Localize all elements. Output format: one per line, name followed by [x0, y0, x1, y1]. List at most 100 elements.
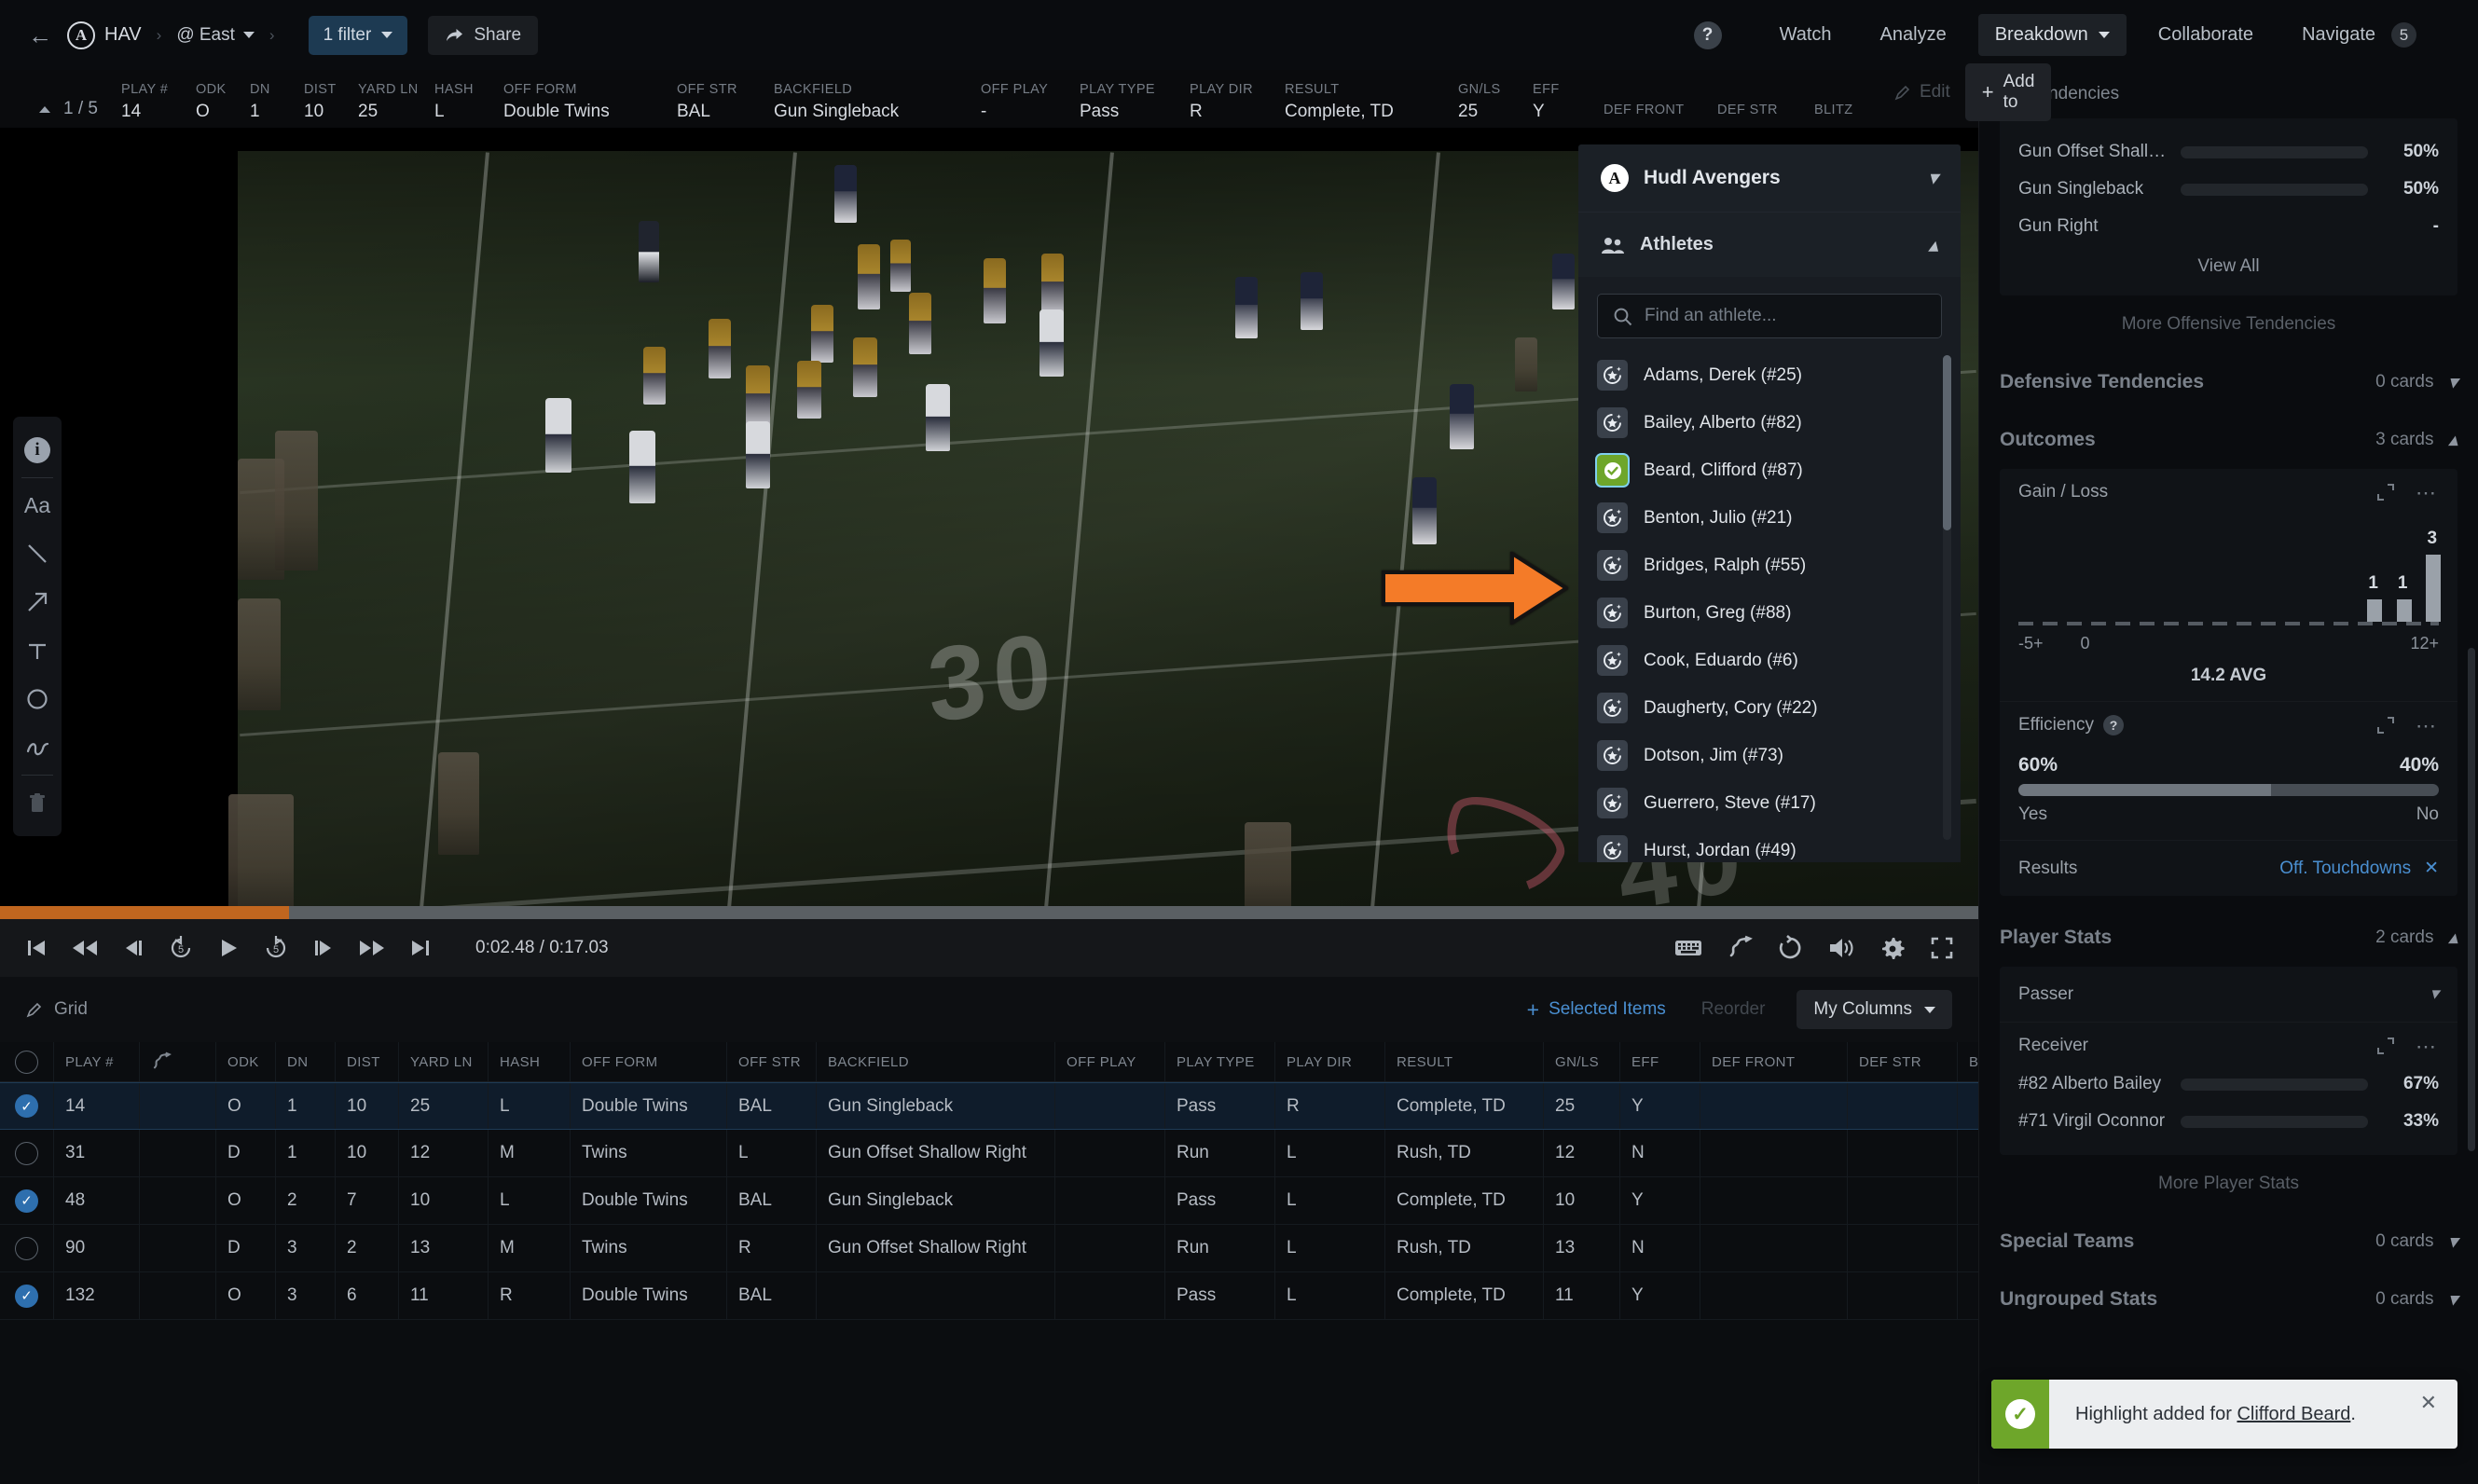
loop-icon[interactable] — [1777, 935, 1803, 961]
athlete-star-icon[interactable] — [1597, 693, 1628, 723]
tbar-tool-icon[interactable] — [13, 626, 62, 675]
chevron-down-icon[interactable]: ▾ — [2448, 1289, 2457, 1311]
nav-item-analyze[interactable]: Analyze — [1864, 14, 1963, 56]
fullscreen-icon[interactable] — [1930, 936, 1954, 960]
row-checkbox[interactable]: ✓ — [15, 1189, 38, 1213]
help-icon[interactable]: ? — [1693, 21, 1722, 49]
sidebar-scrollbar-thumb[interactable] — [2468, 648, 2475, 1151]
athlete-list-item[interactable]: Burton, Greg (#88) — [1597, 589, 1942, 637]
telestration-icon[interactable] — [140, 1042, 216, 1081]
table-row[interactable]: ✓ 14 O 1 10 25 L Double Twins BAL Gun Singleback P… — [0, 1082, 2023, 1130]
rewind-icon[interactable] — [71, 936, 99, 960]
column-header-play[interactable]: PLAY # — [54, 1042, 140, 1081]
table-row[interactable]: 31 D 1 10 12 M Twins L Gun Offset Shallow Right R… — [0, 1130, 2023, 1177]
reorder-button[interactable]: Reorder — [1701, 999, 1766, 1020]
athlete-list-item[interactable]: Bailey, Alberto (#82) — [1597, 399, 1942, 447]
column-header-yard-ln[interactable]: YARD LN — [399, 1042, 489, 1081]
athlete-list-item[interactable]: Benton, Julio (#21) — [1597, 494, 1942, 542]
athlete-star-icon[interactable] — [1597, 502, 1628, 533]
chevron-up-icon[interactable]: ▴ — [2448, 928, 2457, 949]
table-row[interactable]: ✓ 132 O 3 6 11 R Double Twins BAL Pass L Complete, … — [0, 1272, 2023, 1320]
more-player-stats-link[interactable]: More Player Stats — [1979, 1155, 2478, 1213]
nav-item-navigate[interactable]: Navigate 5 — [2285, 12, 2433, 58]
row-select-cell[interactable]: ✓ — [0, 1083, 54, 1129]
select-all-cell[interactable] — [0, 1042, 54, 1081]
back-5-seconds-icon[interactable]: 5 — [168, 935, 194, 961]
row-select-cell[interactable]: ✓ — [0, 1177, 54, 1224]
chevron-down-icon[interactable]: ▾ — [2448, 372, 2457, 393]
expand-icon[interactable] — [2376, 716, 2395, 735]
athlete-star-icon[interactable] — [1597, 740, 1628, 771]
chevron-down-icon[interactable]: ▾ — [2448, 1231, 2457, 1253]
nav-item-breakdown[interactable]: Breakdown — [1977, 14, 2127, 56]
filter-button[interactable]: 1 filter — [308, 15, 408, 55]
fast-forward-icon[interactable] — [358, 936, 386, 960]
athlete-list-item[interactable]: Daugherty, Cory (#22) — [1597, 684, 1942, 732]
selected-items-button[interactable]: + Selected Items — [1527, 998, 1666, 1021]
athlete-star-icon[interactable] — [1597, 645, 1628, 676]
athlete-star-icon[interactable] — [1597, 788, 1628, 818]
freehand-tool-icon[interactable] — [13, 723, 62, 772]
special-teams-section[interactable]: Special Teams 0 cards ▾ — [1979, 1213, 2478, 1271]
chevron-down-icon[interactable]: ▾ — [1928, 166, 1938, 190]
delete-tool-icon[interactable] — [13, 778, 62, 827]
arrow-tool-icon[interactable] — [13, 578, 62, 626]
defensive-tendencies-section[interactable]: Defensive Tendencies 0 cards ▾ — [1979, 353, 2478, 411]
row-checkbox[interactable]: ✓ — [15, 1284, 38, 1308]
chevron-up-icon[interactable] — [39, 105, 50, 113]
expand-icon[interactable] — [2376, 483, 2395, 502]
skip-to-end-icon[interactable] — [408, 936, 433, 960]
column-header-def-front[interactable]: DEF FRONT — [1700, 1042, 1848, 1081]
player-stats-section[interactable]: Player Stats 2 cards ▴ — [1979, 909, 2478, 967]
results-filter-chip[interactable]: Off. Touchdowns ✕ — [2279, 858, 2439, 879]
passer-card[interactable]: Passer ▾ — [2000, 967, 2457, 1022]
close-icon[interactable]: ✕ — [2420, 1391, 2457, 1437]
search-input[interactable] — [1645, 306, 1926, 326]
column-header-def-str[interactable]: DEF STR — [1848, 1042, 1958, 1081]
edit-button[interactable]: Edit — [1894, 82, 1950, 103]
athletes-panel-team-header[interactable]: A Hudl Avengers ▾ — [1578, 144, 1961, 212]
telestration-icon[interactable] — [1727, 935, 1753, 961]
athlete-star-icon[interactable] — [1597, 598, 1628, 628]
column-header-backfield[interactable]: BACKFIELD — [817, 1042, 1055, 1081]
athlete-list-item[interactable]: Dotson, Jim (#73) — [1597, 732, 1942, 779]
column-header-dist[interactable]: DIST — [336, 1042, 399, 1081]
athlete-list-item[interactable]: Cook, Eduardo (#6) — [1597, 637, 1942, 684]
chevron-up-icon[interactable]: ▴ — [2448, 430, 2457, 451]
circle-tool-icon[interactable] — [13, 675, 62, 723]
add-to-button[interactable]: + Add to — [1964, 63, 2052, 121]
column-header-dn[interactable]: DN — [276, 1042, 336, 1081]
athlete-list-item[interactable]: Guerrero, Steve (#17) — [1597, 779, 1942, 827]
view-all-button[interactable]: View All — [2018, 245, 2439, 281]
more-options-icon[interactable]: ⋯ — [2416, 715, 2439, 735]
keyboard-shortcuts-icon[interactable] — [1674, 938, 1702, 958]
column-header-odk[interactable]: ODK — [216, 1042, 276, 1081]
toast-message-link[interactable]: Clifford Beard — [2237, 1404, 2350, 1424]
column-header-hash[interactable]: HASH — [489, 1042, 571, 1081]
athlete-star-icon[interactable] — [1597, 835, 1628, 862]
play-index-nav[interactable]: 1 / 5 — [0, 99, 121, 128]
row-select-cell[interactable] — [0, 1225, 54, 1271]
row-select-cell[interactable]: ✓ — [0, 1272, 54, 1319]
chevron-up-icon[interactable]: ▴ — [1928, 233, 1938, 257]
more-offensive-tendencies-link[interactable]: More Offensive Tendencies — [1979, 295, 2478, 353]
ungrouped-stats-section[interactable]: Ungrouped Stats 0 cards ▾ — [1979, 1271, 2478, 1328]
column-header-play-dir[interactable]: PLAY DIR — [1275, 1042, 1385, 1081]
opponent-breadcrumb-item[interactable]: @ East — [176, 25, 255, 46]
column-header-gn-ls[interactable]: GN/LS — [1544, 1042, 1620, 1081]
athlete-list-item[interactable]: Beard, Clifford (#87) — [1597, 447, 1942, 494]
more-options-icon[interactable]: ⋯ — [2416, 482, 2439, 502]
select-all-checkbox[interactable] — [15, 1050, 38, 1074]
athlete-star-icon[interactable] — [1597, 550, 1628, 581]
column-header-play-type[interactable]: PLAY TYPE — [1165, 1042, 1275, 1081]
table-row[interactable]: 90 D 3 2 13 M Twins R Gun Offset Shallow Right Ru… — [0, 1225, 2023, 1272]
nav-item-collaborate[interactable]: Collaborate — [2141, 14, 2270, 56]
column-header-result[interactable]: RESULT — [1385, 1042, 1544, 1081]
share-button[interactable]: Share — [428, 15, 539, 55]
grid-title[interactable]: Grid — [26, 999, 88, 1020]
athlete-list-item[interactable]: Bridges, Ralph (#55) — [1597, 542, 1942, 589]
nav-item-watch[interactable]: Watch — [1763, 14, 1849, 56]
arrow-annotation[interactable] — [1382, 552, 1568, 625]
athletes-section-header[interactable]: Athletes ▴ — [1578, 212, 1961, 277]
athlete-list-item[interactable]: Adams, Derek (#25) — [1597, 351, 1942, 399]
